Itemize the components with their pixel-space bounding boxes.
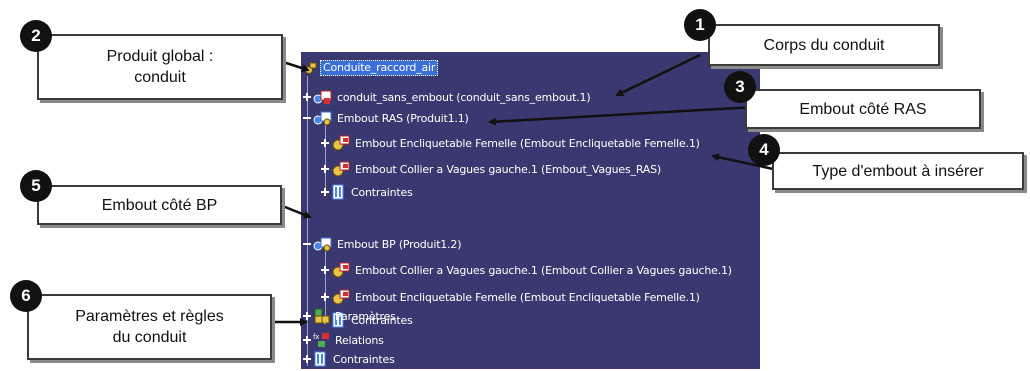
- arrow-2: [282, 60, 310, 72]
- callout-type-embout: Type d'embout à insérer: [772, 152, 1024, 190]
- callout-text: Embout côté BP: [101, 196, 218, 214]
- badge-3: 3: [724, 71, 756, 103]
- badge-2: 2: [20, 20, 52, 52]
- callout-text: Embout côté RAS: [799, 100, 927, 118]
- badge-6: 6: [10, 280, 42, 312]
- callout-parametres-regles: Paramètres et règles du conduit: [27, 294, 272, 360]
- callout-produit-global: Produit global : conduit: [37, 34, 283, 100]
- callout-text: Type d'embout à insérer: [812, 162, 984, 180]
- arrow-5: [279, 203, 312, 219]
- arrow-1: [615, 53, 701, 97]
- callout-corps-du-conduit: Corps du conduit: [708, 24, 940, 66]
- badge-5: 5: [20, 170, 52, 202]
- callout-text: Paramètres et règles du conduit: [75, 308, 224, 346]
- arrow-3: [488, 105, 756, 126]
- callout-text: Corps du conduit: [763, 36, 885, 54]
- callout-embout-cote-ras: Embout côté RAS: [745, 89, 981, 129]
- badge-4: 4: [748, 134, 780, 166]
- callout-embout-cote-bp: Embout côté BP: [37, 185, 282, 225]
- callout-text: Produit global : conduit: [106, 48, 214, 86]
- badge-1: 1: [684, 9, 716, 41]
